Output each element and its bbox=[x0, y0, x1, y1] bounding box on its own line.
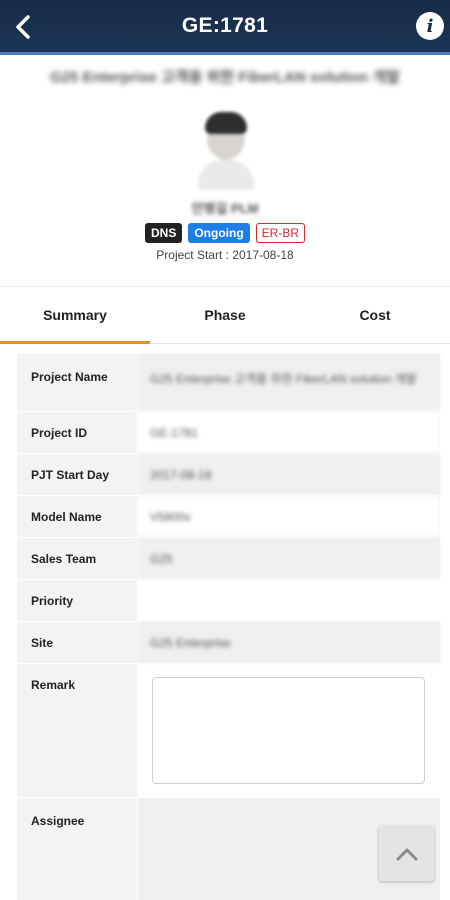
table-row: Site G25 Enterprise bbox=[17, 622, 440, 664]
row-value: GE-1781 bbox=[137, 412, 440, 453]
row-value bbox=[137, 580, 440, 621]
project-title: G25 Enterprise 고객용 위한 FiberLAN solution … bbox=[50, 69, 400, 86]
summary-table: Project Name G25 Enterprise 고객용 위한 Fiber… bbox=[17, 354, 440, 900]
page-title: GE:1781 bbox=[181, 14, 269, 37]
info-icon: i bbox=[426, 15, 434, 37]
row-label: Sales Team bbox=[17, 538, 137, 579]
row-label: Site bbox=[17, 622, 137, 663]
row-value: V5800v bbox=[137, 496, 440, 537]
project-start-date: Project Start : 2017-08-18 bbox=[156, 248, 294, 262]
tab-summary[interactable]: Summary bbox=[0, 287, 150, 344]
tab-phase[interactable]: Phase bbox=[150, 287, 300, 343]
remark-textarea[interactable] bbox=[152, 677, 425, 784]
row-label: Project Name bbox=[17, 354, 137, 411]
status-badge-dns: DNS bbox=[144, 223, 183, 243]
back-button[interactable] bbox=[6, 8, 40, 46]
chevron-up-icon bbox=[396, 848, 417, 860]
app-bar: GE:1781 i bbox=[0, 0, 450, 55]
table-row: Model Name V5800v bbox=[17, 496, 440, 538]
status-badge-erbr: ER-BR bbox=[255, 223, 305, 243]
table-row: Priority bbox=[17, 580, 440, 622]
tab-bar: Summary Phase Cost bbox=[0, 286, 450, 344]
row-label: Remark bbox=[17, 664, 137, 797]
row-label: Assignee bbox=[17, 798, 137, 900]
table-row: Assignee bbox=[17, 798, 440, 900]
table-row: Project Name G25 Enterprise 고객용 위한 Fiber… bbox=[17, 354, 440, 412]
table-row: Project ID GE-1781 bbox=[17, 412, 440, 454]
table-row: PJT Start Day 2017-08-18 bbox=[17, 454, 440, 496]
avatar bbox=[196, 108, 256, 190]
scroll-to-top-button[interactable] bbox=[379, 826, 434, 881]
row-label: Model Name bbox=[17, 496, 137, 537]
row-value: G25 Enterprise bbox=[137, 622, 440, 663]
status-badges: DNS Ongoing ER-BR bbox=[0, 223, 450, 243]
row-label: PJT Start Day bbox=[17, 454, 137, 495]
row-value: G25 Enterprise 고객용 위한 FiberLAN solution … bbox=[137, 354, 440, 411]
table-row: Sales Team G25 bbox=[17, 538, 440, 580]
info-button[interactable]: i bbox=[416, 12, 444, 40]
tab-cost[interactable]: Cost bbox=[300, 287, 450, 343]
person-name: 안병길 PLM bbox=[191, 201, 259, 216]
row-label: Project ID bbox=[17, 412, 137, 453]
row-value: G25 bbox=[137, 538, 440, 579]
status-badge-ongoing: Ongoing bbox=[188, 223, 250, 243]
row-value: 2017-08-18 bbox=[137, 454, 440, 495]
chevron-left-icon bbox=[16, 15, 30, 39]
row-label: Priority bbox=[17, 580, 137, 621]
